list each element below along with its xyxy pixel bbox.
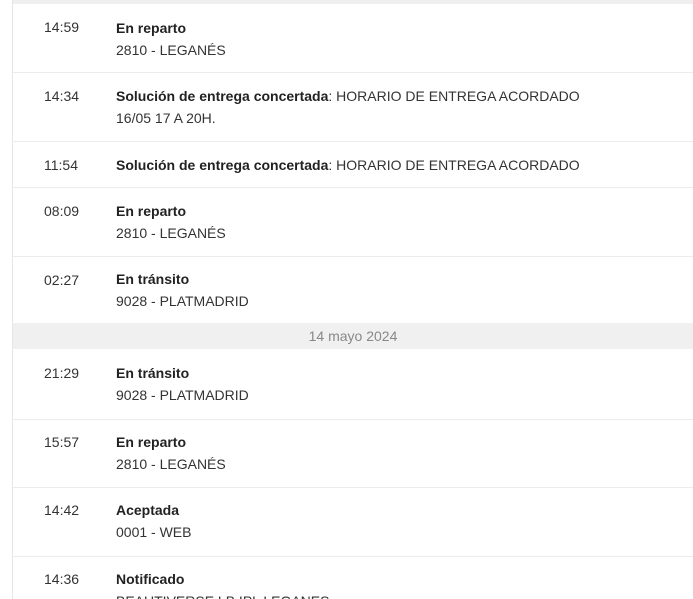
event-location: 0001 - WEB — [116, 524, 192, 540]
event-location: 2810 - LEGANÉS — [116, 42, 226, 58]
tracking-event: 21:29 En tránsito 9028 - PLATMADRID — [13, 349, 693, 420]
event-location: 16/05 17 A 20H. — [116, 110, 216, 126]
tracking-event: 02:27 En tránsito 9028 - PLATMADRID — [13, 257, 693, 323]
date-separator: 14 mayo 2024 — [13, 323, 693, 349]
event-time: 21:29 — [44, 365, 80, 381]
event-content: En reparto 2810 - LEGANÉS — [116, 200, 676, 244]
tracking-event: 15:57 En reparto 2810 - LEGANÉS — [13, 420, 693, 488]
event-status: Solución de entrega concertada — [116, 88, 329, 104]
event-time: 15:57 — [44, 434, 80, 450]
event-status: Notificado — [116, 571, 185, 587]
event-content: En reparto 2810 - LEGANÉS — [116, 431, 676, 475]
event-detail: : HORARIO DE ENTREGA ACORDADO — [328, 157, 580, 173]
event-time: 14:59 — [44, 19, 80, 35]
event-time: 11:54 — [44, 157, 78, 173]
event-time: 08:09 — [44, 203, 80, 219]
event-status: Solución de entrega concertada — [116, 157, 329, 173]
event-location: 9028 - PLATMADRID — [116, 293, 249, 309]
event-time: 14:42 — [44, 502, 80, 518]
event-content: En tránsito 9028 - PLATMADRID — [116, 362, 676, 406]
event-status: En tránsito — [116, 271, 190, 287]
event-status: En reparto — [116, 20, 187, 36]
tracking-event: 14:36 Notificado BEAUTIVERSE LB IPL LEGA… — [13, 557, 693, 599]
tracking-event: 08:09 En reparto 2810 - LEGANÉS — [13, 188, 693, 257]
event-location: 2810 - LEGANÉS — [116, 225, 226, 241]
event-content: Aceptada 0001 - WEB — [116, 499, 676, 543]
event-time: 14:36 — [44, 571, 80, 587]
event-content: Solución de entrega concertada: HORARIO … — [116, 85, 676, 129]
event-status: En tránsito — [116, 365, 190, 381]
event-location: BEAUTIVERSE LB IPL LEGANES — [116, 590, 676, 599]
event-status: En reparto — [116, 203, 187, 219]
event-status: Aceptada — [116, 502, 180, 518]
tracking-event: 11:54 Solución de entrega concertada: HO… — [13, 142, 693, 188]
event-time: 14:34 — [44, 88, 80, 104]
event-content: Notificado BEAUTIVERSE LB IPL LEGANES — [116, 568, 676, 599]
event-content: Solución de entrega concertada: HORARIO … — [116, 154, 676, 176]
event-location: 2810 - LEGANÉS — [116, 456, 226, 472]
event-content: En reparto 2810 - LEGANÉS — [116, 17, 676, 61]
tracking-event: 14:59 En reparto 2810 - LEGANÉS — [13, 4, 693, 73]
event-location: 9028 - PLATMADRID — [116, 387, 249, 403]
event-status: En reparto — [116, 434, 187, 450]
tracking-history-panel: 14:59 En reparto 2810 - LEGANÉS 14:34 So… — [0, 0, 693, 599]
tracking-event: 14:42 Aceptada 0001 - WEB — [13, 488, 693, 557]
event-detail: : HORARIO DE ENTREGA ACORDADO — [328, 88, 580, 104]
event-content: En tránsito 9028 - PLATMADRID — [116, 268, 676, 312]
event-time: 02:27 — [44, 272, 80, 288]
tracking-event: 14:34 Solución de entrega concertada: HO… — [13, 73, 693, 142]
